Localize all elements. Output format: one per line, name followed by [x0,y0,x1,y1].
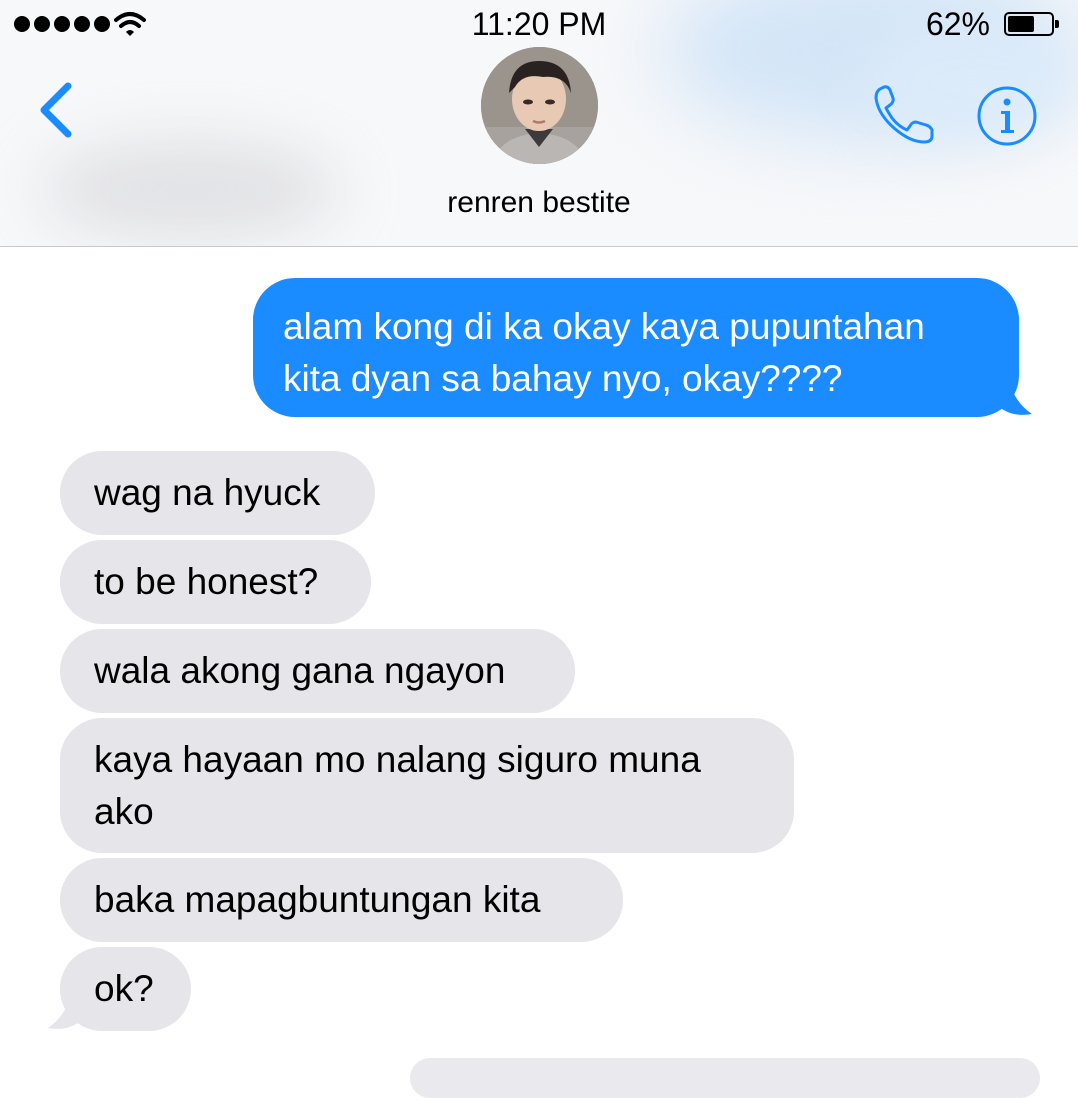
message-text: kaya hayaan mo nalang siguro muna ako [94,739,701,832]
message-text: baka mapagbuntungan kita [94,879,541,920]
phone-icon[interactable] [872,84,936,146]
received-message-bubble[interactable]: to be honest? [60,540,371,624]
sent-message-bubble[interactable]: alam kong di ka okay kaya pupuntahan kit… [253,278,1019,417]
status-bar: 11:20 PM 62% [0,0,1078,52]
received-message-bubble[interactable]: wala akong gana ngayon [60,629,575,713]
contact-name[interactable]: renren bestite [0,186,1078,220]
bubble-tail [996,378,1032,415]
received-message-bubble[interactable]: wag na hyuck [60,451,375,535]
message-text: ok? [94,968,154,1009]
avatar-photo [481,47,598,164]
contact-avatar[interactable] [481,47,598,164]
message-text: wag na hyuck [94,472,321,513]
info-icon[interactable] [976,85,1038,147]
message-text: wala akong gana ngayon [94,650,506,691]
message-text: alam kong di ka okay kaya pupuntahan kit… [283,306,925,399]
received-message-bubble[interactable]: baka mapagbuntungan kita [60,858,623,942]
chevron-left-icon[interactable] [34,82,78,138]
bubble-tail [48,992,84,1029]
battery-percent: 62% [925,6,990,42]
received-message-bubble[interactable]: kaya hayaan mo nalang siguro muna ako [60,718,794,853]
conversation-header: 11:20 PM 62% renren bestite [0,0,1078,247]
battery-icon [1004,12,1059,36]
partial-message-bubble [410,1058,1040,1098]
message-text: to be honest? [94,561,319,602]
status-time: 11:20 PM [471,6,607,42]
